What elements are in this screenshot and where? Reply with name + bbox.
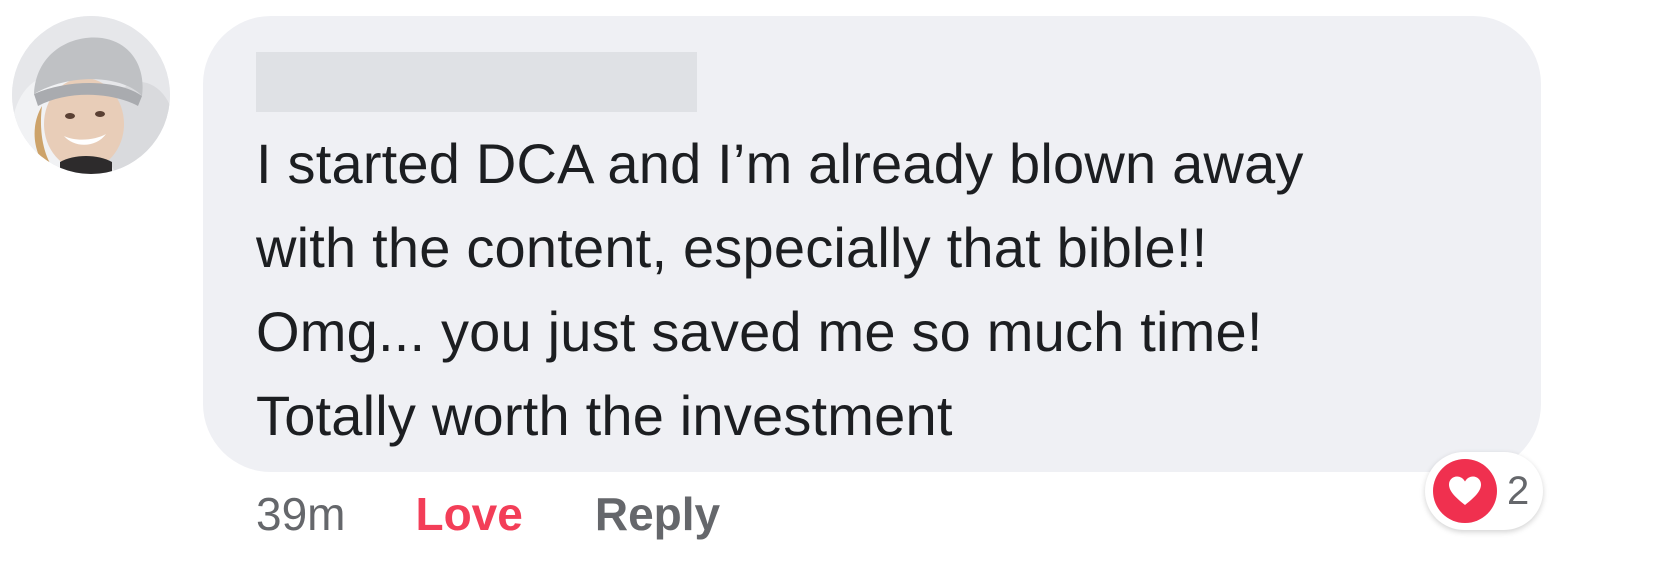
reaction-summary[interactable]: 2: [1425, 452, 1543, 530]
heart-icon: [1433, 459, 1497, 523]
comment-line: Omg... you just saved me so much time!: [256, 300, 1263, 363]
author-name-redacted[interactable]: [256, 52, 697, 112]
reaction-count: 2: [1507, 468, 1530, 513]
comment-line: Totally worth the investment: [256, 384, 953, 447]
reply-button[interactable]: Reply: [595, 487, 720, 541]
comment-text: I started DCA and I’m already blown away…: [256, 122, 1526, 458]
comment-actions: 39m Love Reply: [256, 482, 720, 546]
avatar-photo: [12, 16, 170, 174]
love-reaction-button[interactable]: Love: [415, 487, 522, 541]
comment-line: I started DCA and I’m already blown away: [256, 132, 1304, 195]
comment-timestamp[interactable]: 39m: [256, 487, 345, 541]
avatar[interactable]: [12, 16, 170, 174]
comment-line: with the content, especially that bible!…: [256, 216, 1208, 279]
